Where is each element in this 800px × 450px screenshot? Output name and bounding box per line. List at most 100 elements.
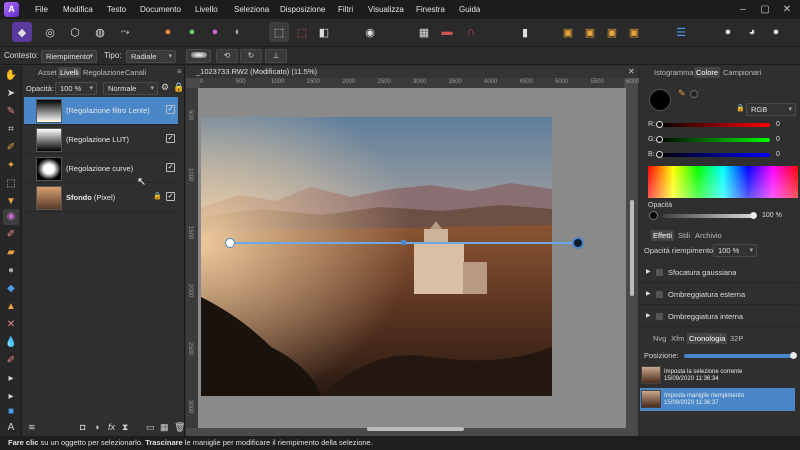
tab-campionari[interactable]: Campionari: [721, 67, 763, 78]
layer-lock-icon[interactable]: 🔒: [153, 192, 162, 200]
rotate-gradient-icon[interactable]: ↻: [240, 49, 262, 63]
menu-seleziona[interactable]: Seleziona: [234, 0, 269, 19]
effect-row[interactable]: ▶ Ombreggiatura esterna: [640, 284, 798, 305]
context-dropdown[interactable]: Riempimento: [41, 50, 97, 63]
photo-persona-icon[interactable]: ◆: [12, 22, 32, 42]
tab-regolazione[interactable]: Regolazione: [81, 67, 127, 78]
fx-icon[interactable]: fx: [108, 422, 115, 432]
effect-checkbox[interactable]: [656, 291, 663, 298]
layer-row[interactable]: Sfondo (Pixel) 🔒 ✓: [24, 184, 178, 212]
photo-image[interactable]: [201, 117, 552, 396]
stamp-tool-icon[interactable]: ▲: [3, 299, 19, 315]
green-slider-knob[interactable]: [656, 136, 663, 143]
layer-row[interactable]: (Regolazione LUT) ✓: [24, 126, 178, 154]
align-icon[interactable]: ☰: [671, 22, 691, 42]
red-eye-tool-icon[interactable]: ✕: [3, 317, 19, 333]
add-layer-icon[interactable]: ▦: [160, 422, 169, 433]
selection-invert-icon[interactable]: ◧: [314, 22, 334, 42]
gradient-tool-icon[interactable]: ◉: [3, 209, 19, 225]
layer-visibility-checkbox[interactable]: ✓: [166, 163, 175, 172]
selection-brush-icon[interactable]: ✐: [3, 140, 19, 156]
menu-finestra[interactable]: Finestra: [416, 0, 445, 19]
type-dropdown[interactable]: Radiale: [126, 50, 176, 63]
grid-icon[interactable]: ▦: [414, 22, 434, 42]
tab-canali[interactable]: Canali: [123, 67, 148, 78]
layer-visibility-checkbox[interactable]: ✓: [166, 192, 175, 201]
tab-32p[interactable]: 32P: [728, 333, 745, 344]
tab-xfm[interactable]: Xfm: [669, 333, 686, 344]
effect-checkbox[interactable]: [656, 269, 663, 276]
history-item[interactable]: Imposta maniglie riempimento 15/09/2020 …: [640, 388, 795, 411]
horizontal-scrollbar[interactable]: [367, 427, 464, 431]
gradient-start-handle[interactable]: [225, 238, 235, 248]
tab-asset[interactable]: Asset: [36, 67, 59, 78]
document-tab[interactable]: _1023733.RW2 (Modificato) (11.5%): [186, 66, 638, 78]
blue-slider[interactable]: [657, 153, 770, 157]
paint-brush-icon[interactable]: ✐: [3, 227, 19, 243]
dodge-tool-icon[interactable]: ▰: [3, 245, 19, 261]
clone-tool-icon[interactable]: ●: [3, 263, 19, 279]
arrange-front-icon[interactable]: ▣: [602, 22, 622, 42]
tab-nvg[interactable]: Nvg: [651, 333, 668, 344]
marquee-tool-icon[interactable]: ⬚: [3, 176, 19, 192]
flood-fill-icon[interactable]: ▼: [3, 194, 19, 210]
fill-opacity-dropdown[interactable]: 100 %: [713, 244, 757, 257]
menu-visualizza[interactable]: Visualizza: [368, 0, 404, 19]
menu-livello[interactable]: Livello: [195, 0, 218, 19]
folder-icon[interactable]: ▭: [146, 422, 155, 433]
text-tool-icon[interactable]: A: [3, 420, 19, 436]
develop-persona-icon[interactable]: ⬡: [65, 22, 85, 42]
settings-persona-icon[interactable]: ●: [766, 22, 786, 42]
auto-contrast-icon[interactable]: ◐: [228, 22, 248, 42]
gradient-preview[interactable]: [186, 49, 211, 63]
blur-tool-icon[interactable]: 💧: [3, 335, 19, 351]
menu-file[interactable]: File: [35, 0, 48, 19]
opacity-dropdown[interactable]: 100 %: [55, 82, 97, 95]
export-persona-icon[interactable]: ⤳: [115, 22, 135, 42]
menu-documento[interactable]: Documento: [140, 0, 181, 19]
live-filter-icon[interactable]: ⧗: [122, 422, 128, 433]
gradient-end-handle[interactable]: [572, 237, 584, 249]
layer-visibility-checkbox[interactable]: ✓: [166, 134, 175, 143]
snapping-icon[interactable]: ▬: [437, 22, 457, 42]
effect-checkbox[interactable]: [656, 313, 663, 320]
close-icon[interactable]: ✕: [778, 0, 796, 19]
maximize-icon[interactable]: ▢: [756, 0, 774, 19]
history-position-knob[interactable]: [790, 352, 797, 359]
color-model-dropdown[interactable]: RGB: [746, 103, 796, 116]
pen-tool-icon[interactable]: ▸: [3, 371, 19, 387]
selection-mode-icon[interactable]: ⬚: [269, 22, 289, 42]
node-tool-icon[interactable]: ▸: [3, 389, 19, 405]
mask-icon[interactable]: ◘: [80, 422, 85, 432]
layer-visibility-checkbox[interactable]: ✓: [166, 105, 175, 114]
minimize-icon[interactable]: –: [734, 0, 752, 19]
green-slider[interactable]: [657, 138, 770, 142]
panel-menu-icon[interactable]: ≡: [177, 67, 182, 76]
menu-testo[interactable]: Testo: [107, 0, 126, 19]
white-balance-icon[interactable]: ●: [205, 22, 225, 42]
color-spectrum[interactable]: [648, 166, 798, 198]
tab-istogramma[interactable]: Istogramma: [652, 67, 696, 78]
secondary-color-swatch[interactable]: [690, 90, 698, 98]
crop-tool-icon[interactable]: ⌗: [3, 122, 19, 138]
quick-mask-icon[interactable]: ◉: [360, 22, 380, 42]
vertical-scrollbar[interactable]: [630, 200, 634, 296]
layer-row[interactable]: (Regolazione filtro Lente) ✓: [24, 97, 178, 125]
reverse-gradient-icon[interactable]: ⟲: [216, 49, 238, 63]
lock-icon[interactable]: 🔒: [173, 82, 184, 93]
layer-row[interactable]: (Regolazione curve) ✓: [24, 155, 178, 183]
shape-tool-icon[interactable]: ■: [3, 404, 19, 420]
menu-modifica[interactable]: Modifica: [63, 0, 93, 19]
effect-row[interactable]: ▶ Sfocatura gaussiana: [640, 262, 798, 283]
eyedropper-icon[interactable]: ✎: [678, 88, 686, 99]
blue-slider-knob[interactable]: [656, 151, 663, 158]
tab-archivio[interactable]: Archivio: [693, 230, 724, 241]
arrange-top-icon[interactable]: ▣: [624, 22, 644, 42]
menu-filtri[interactable]: Filtri: [338, 0, 353, 19]
tab-cronologia[interactable]: Cronologia: [687, 333, 728, 344]
menu-disposizione[interactable]: Disposizione: [280, 0, 325, 19]
move-tool-icon[interactable]: ➤: [3, 86, 19, 102]
liquify-persona-icon[interactable]: ◎: [40, 22, 60, 42]
blemish-tool-icon[interactable]: ◆: [3, 281, 19, 297]
green-value[interactable]: 0: [776, 135, 800, 145]
